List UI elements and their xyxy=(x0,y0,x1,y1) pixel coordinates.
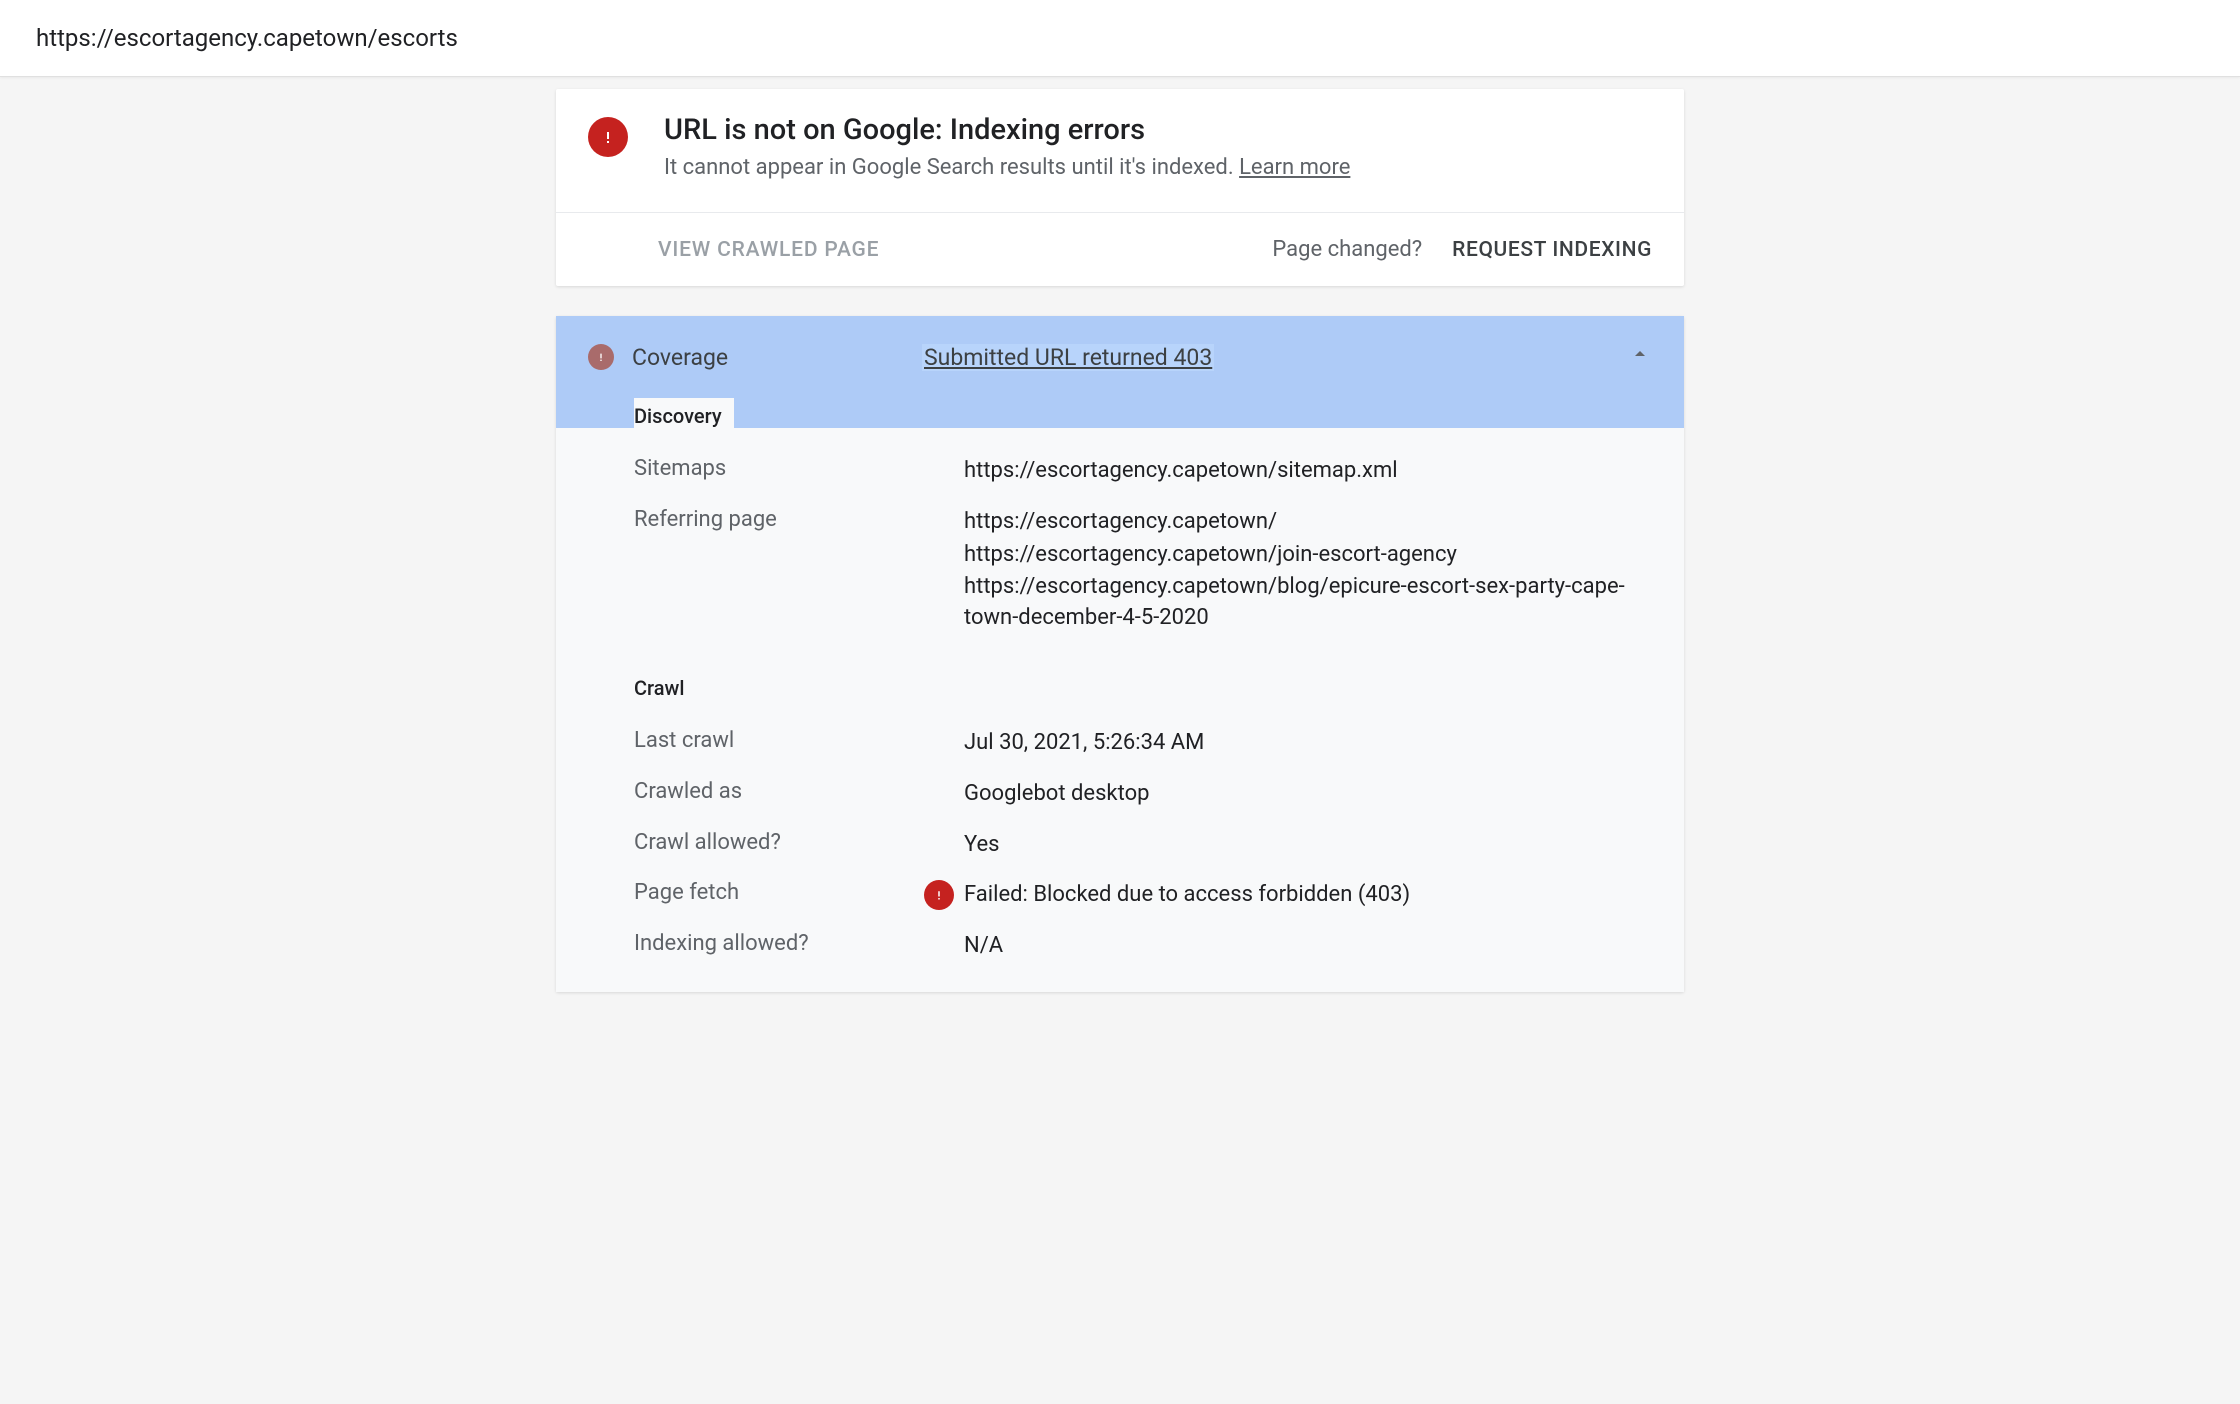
crawl-title: Crawl xyxy=(556,646,1684,718)
referring-value: https://escortagency.capetown/blog/epicu… xyxy=(964,572,1652,634)
referring-values: https://escortagency.capetown/ https://e… xyxy=(964,507,1652,636)
coverage-body: Discovery Sitemaps https://escortagency.… xyxy=(556,398,1684,992)
status-subtitle-text: It cannot appear in Google Search result… xyxy=(664,155,1239,180)
crawl-allowed-label: Crawl allowed? xyxy=(634,830,964,855)
referring-row: Referring page https://escortagency.cape… xyxy=(556,497,1684,646)
error-icon xyxy=(924,880,954,910)
crawled-as-row: Crawled as Googlebot desktop xyxy=(556,769,1684,820)
status-subtitle: It cannot appear in Google Search result… xyxy=(664,155,1350,180)
indexing-allowed-row: Indexing allowed? N/A xyxy=(556,921,1684,972)
error-icon xyxy=(588,117,628,157)
page-fetch-row: Page fetch Failed: Blocked due to access… xyxy=(556,870,1684,921)
main-content: URL is not on Google: Indexing errors It… xyxy=(556,77,1684,992)
discovery-header-bar: Discovery xyxy=(556,398,1684,428)
status-title: URL is not on Google: Indexing errors xyxy=(664,113,1350,147)
request-indexing-button[interactable]: REQUEST INDEXING xyxy=(1452,238,1652,262)
crawled-as-label: Crawled as xyxy=(634,779,964,804)
status-section: URL is not on Google: Indexing errors It… xyxy=(556,89,1684,212)
last-crawl-row: Last crawl Jul 30, 2021, 5:26:34 AM xyxy=(556,718,1684,769)
sitemaps-label: Sitemaps xyxy=(634,456,964,481)
coverage-value: Submitted URL returned 403 xyxy=(922,344,1214,371)
url-bar[interactable]: https://escortagency.capetown/escorts xyxy=(0,0,2240,77)
discovery-title: Discovery xyxy=(634,398,734,428)
crawl-allowed-value: Yes xyxy=(964,830,1000,861)
page-fetch-value: Failed: Blocked due to access forbidden … xyxy=(964,880,1410,911)
crawl-allowed-row: Crawl allowed? Yes xyxy=(556,820,1684,871)
last-crawl-label: Last crawl xyxy=(634,728,964,753)
referring-label: Referring page xyxy=(634,507,964,532)
view-crawled-button: VIEW CRAWLED PAGE xyxy=(658,238,879,262)
status-text: URL is not on Google: Indexing errors It… xyxy=(664,113,1350,180)
learn-more-link[interactable]: Learn more xyxy=(1239,155,1350,180)
actions-row: VIEW CRAWLED PAGE Page changed? REQUEST … xyxy=(556,212,1684,286)
coverage-header[interactable]: Coverage Submitted URL returned 403 xyxy=(556,316,1684,398)
page-fetch-label: Page fetch xyxy=(634,880,964,905)
chevron-up-icon xyxy=(1628,342,1652,372)
coverage-card: Coverage Submitted URL returned 403 Disc… xyxy=(556,316,1684,992)
page-fetch-icon-cell xyxy=(918,880,954,910)
referring-value: https://escortagency.capetown/join-escor… xyxy=(964,540,1652,571)
indexing-allowed-value: N/A xyxy=(964,931,1003,962)
page-changed-label: Page changed? xyxy=(1272,237,1422,262)
coverage-label: Coverage xyxy=(632,344,922,371)
coverage-status-icon-wrap xyxy=(588,344,614,370)
error-icon xyxy=(588,344,614,370)
actions-right: Page changed? REQUEST INDEXING xyxy=(1272,237,1652,262)
indexing-allowed-label: Indexing allowed? xyxy=(634,931,964,956)
sitemaps-value: https://escortagency.capetown/sitemap.xm… xyxy=(964,456,1398,487)
sitemaps-row: Sitemaps https://escortagency.capetown/s… xyxy=(556,446,1684,497)
status-card: URL is not on Google: Indexing errors It… xyxy=(556,89,1684,286)
last-crawl-value: Jul 30, 2021, 5:26:34 AM xyxy=(964,728,1204,759)
referring-value: https://escortagency.capetown/ xyxy=(964,507,1652,538)
crawled-as-value: Googlebot desktop xyxy=(964,779,1149,810)
